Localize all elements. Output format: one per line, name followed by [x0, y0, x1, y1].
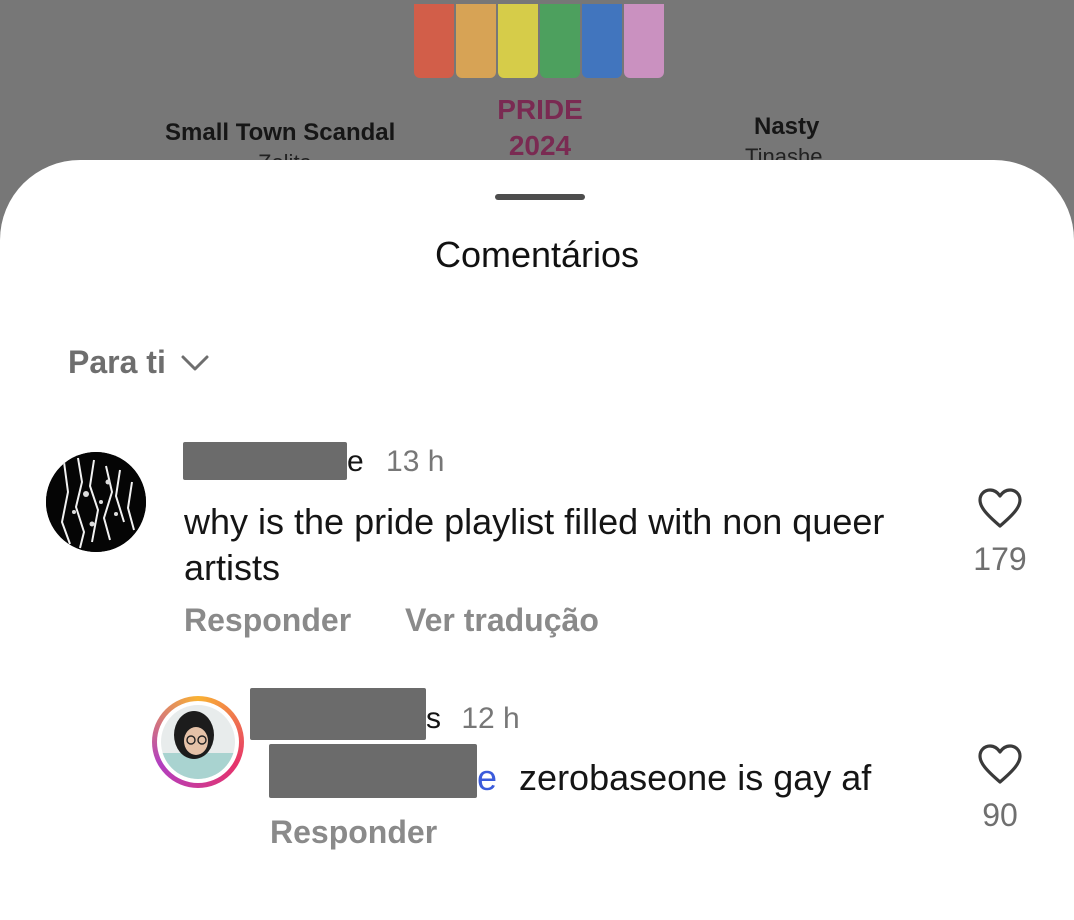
like-count: 90: [982, 797, 1018, 833]
stripe-yellow: [498, 4, 538, 78]
playlist-label-line1: PRIDE: [497, 94, 583, 125]
comment-meta: e 13 h: [347, 445, 444, 479]
chevron-down-icon: [181, 355, 209, 370]
avatar[interactable]: [46, 452, 146, 552]
like-button[interactable]: 90: [970, 742, 1030, 834]
like-button[interactable]: 179: [970, 486, 1030, 578]
stripe-pink: [624, 4, 664, 78]
comments-sheet: Comentários Para ti e 13 h why is the pr…: [0, 160, 1074, 920]
sort-dropdown[interactable]: Para ti: [68, 344, 210, 381]
redacted-mention: [269, 744, 477, 798]
like-count: 179: [973, 541, 1027, 577]
playlist-label: PRIDE 2024: [470, 92, 610, 164]
pride-cover-art: [414, 4, 666, 78]
heart-outline-icon: [978, 488, 1022, 528]
stripe-blue: [582, 4, 622, 78]
translate-button[interactable]: Ver tradução: [405, 602, 599, 639]
story-ring-avatar[interactable]: [152, 696, 244, 788]
left-track-title: Small Town Scandal: [165, 119, 396, 146]
username-suffix[interactable]: e: [347, 445, 364, 478]
redacted-username: [250, 688, 426, 740]
right-track-title: Nasty: [754, 113, 820, 140]
drag-handle[interactable]: [495, 194, 585, 200]
playlist-label-line2: 2024: [508, 130, 572, 161]
comment-text: why is the pride playlist filled with no…: [184, 501, 885, 588]
heart-outline-icon: [978, 744, 1022, 784]
stripe-green: [540, 4, 580, 78]
mention-suffix[interactable]: e: [477, 757, 497, 798]
stripe-red: [414, 4, 454, 78]
reply-body: zerobaseone is gay af: [519, 757, 872, 798]
reply-text: e zerobaseone is gay af: [477, 755, 871, 801]
avatar-image: [46, 452, 146, 552]
sort-label: Para ti: [68, 344, 166, 380]
username-suffix[interactable]: s: [426, 702, 441, 735]
sheet-title: Comentários: [434, 234, 640, 275]
reply-button[interactable]: Responder: [184, 602, 351, 639]
comment-time: 13 h: [386, 445, 445, 478]
reply-time: 12 h: [461, 702, 520, 735]
reply-meta: s 12 h: [426, 702, 520, 736]
redacted-username: [183, 442, 347, 480]
reply-button[interactable]: Responder: [270, 814, 437, 851]
stripe-orange: [456, 4, 496, 78]
avatar-image: [161, 705, 235, 779]
